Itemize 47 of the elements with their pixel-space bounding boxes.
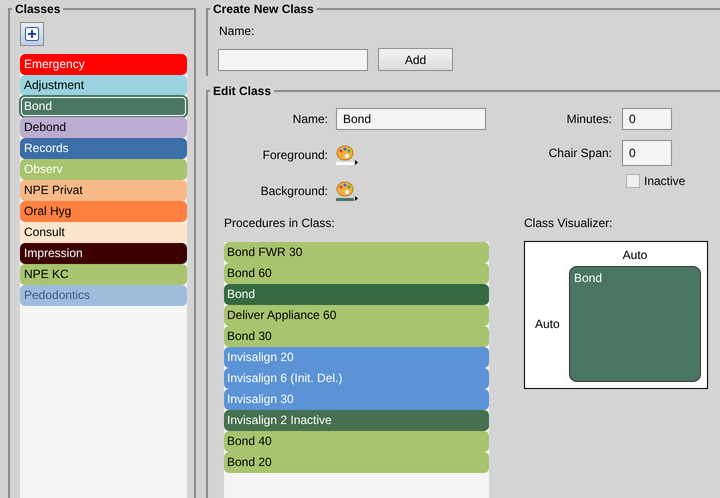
add-button[interactable]: Add (378, 48, 453, 71)
field-label: Name: (219, 24, 254, 38)
checkbox-label: Inactive (644, 174, 686, 188)
column-label: Auto (622, 248, 648, 262)
caret-icon (355, 196, 358, 201)
class-item[interactable]: Consult (20, 222, 187, 243)
class-item[interactable]: NPE Privat (20, 180, 187, 201)
class-item[interactable]: Adjustment (20, 75, 187, 96)
class-item[interactable]: NPE KC (20, 264, 187, 285)
procedure-item[interactable]: Invisalign 2 Inactive (224, 410, 489, 431)
procedure-item[interactable]: Bond 20 (224, 452, 489, 473)
procedure-item[interactable]: Bond 60 (224, 263, 489, 284)
field-label: Foreground: (262, 148, 328, 162)
class-item[interactable]: Impression (20, 243, 187, 264)
class-item[interactable]: Records (20, 138, 187, 159)
field-label: Name: (292, 112, 328, 126)
color-picker-button[interactable] (336, 145, 358, 165)
group-title: Edit Class (212, 84, 272, 98)
color-picker-button[interactable] (336, 181, 358, 201)
add-button[interactable] (20, 22, 44, 46)
palette-icon (336, 145, 354, 161)
chair-span-input[interactable]: 0 (622, 140, 672, 166)
field-label: Chair Span: (548, 146, 612, 160)
group-title: Create New Class (212, 2, 315, 16)
plus-icon (25, 27, 39, 41)
class-item[interactable]: Pedodontics (20, 285, 187, 306)
group-title: Classes (14, 2, 62, 16)
class-item[interactable]: Bond (20, 96, 187, 117)
name-input[interactable]: Bond (336, 108, 486, 130)
procedure-item[interactable]: Bond 30 (224, 326, 489, 347)
class-item[interactable]: Debond (20, 117, 187, 138)
procedure-item[interactable]: Deliver Appliance 60 (224, 305, 489, 326)
row-label: Auto (535, 317, 560, 331)
name-input[interactable] (218, 48, 368, 70)
field-label: Background: (260, 184, 328, 198)
procedure-item[interactable]: Bond FWR 30 (224, 242, 489, 263)
section-label: Procedures in Class: (224, 216, 336, 230)
class-item[interactable]: Emergency (20, 54, 187, 75)
procedure-item[interactable]: Bond (224, 284, 489, 305)
field-label: Minutes: (566, 112, 612, 126)
minutes-input[interactable]: 0 (622, 108, 672, 130)
procedure-item[interactable]: Bond 40 (224, 431, 489, 452)
class-block: Bond (569, 266, 701, 382)
palette-icon (336, 181, 354, 197)
caret-icon (355, 160, 358, 165)
class-item[interactable]: Oral Hyg (20, 201, 187, 222)
section-label: Class Visualizer: (524, 216, 614, 230)
